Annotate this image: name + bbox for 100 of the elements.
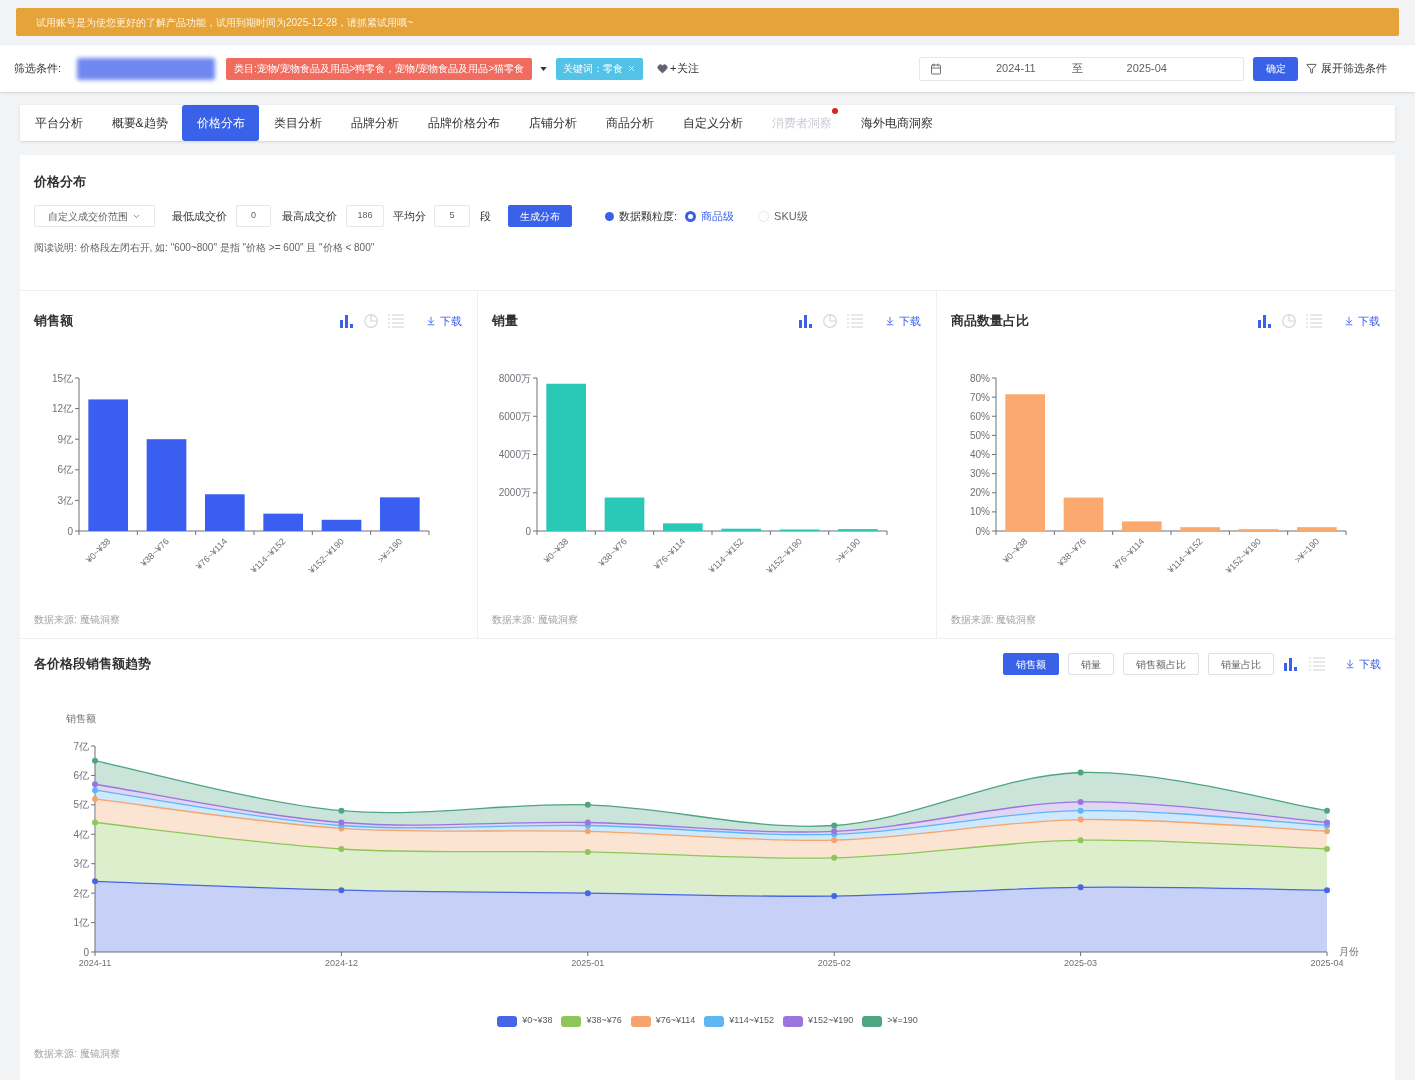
legend-label[interactable]: ¥76~¥114 xyxy=(655,1014,696,1028)
tick-label: 3亿 xyxy=(57,494,73,506)
pie-chart-icon[interactable] xyxy=(822,314,837,328)
data-point xyxy=(92,819,98,826)
download-link[interactable]: 下载 xyxy=(426,315,463,327)
legend-swatch-icon[interactable] xyxy=(497,1015,518,1027)
bar-chart-icon[interactable] xyxy=(798,314,813,328)
input-field[interactable]: 0 xyxy=(236,205,271,227)
download-link[interactable]: 下载 xyxy=(884,315,921,327)
data-source: 数据来源: 魔镜洞察 xyxy=(34,1048,121,1060)
download-icon xyxy=(426,316,437,326)
tick-label: 7亿 xyxy=(73,740,89,752)
tab[interactable]: 品牌价格分布 xyxy=(413,105,514,141)
legend-swatch-icon[interactable] xyxy=(704,1015,725,1027)
legend-label[interactable]: ¥0~¥38 xyxy=(522,1014,553,1028)
tab[interactable]: 平台分析 xyxy=(20,105,97,141)
data-source: 数据来源: 魔镜洞察 xyxy=(492,614,579,626)
data-point xyxy=(92,757,98,764)
expand-filter-link[interactable]: 展开筛选条件 xyxy=(1306,60,1387,77)
confirm-button[interactable]: 确定 xyxy=(1253,56,1298,81)
price-range-select[interactable]: 自定义成交价范围 xyxy=(34,205,155,227)
caret-down-icon[interactable] xyxy=(540,66,548,71)
close-icon[interactable] xyxy=(627,64,637,73)
tab[interactable]: 自定义分析 xyxy=(668,105,757,141)
bar xyxy=(205,494,245,531)
heart-icon xyxy=(657,63,669,74)
metric-button[interactable]: 销售额 xyxy=(1003,653,1059,675)
pie-chart-icon[interactable] xyxy=(364,314,379,328)
data-point xyxy=(1324,807,1330,814)
tick-label: 2000万 xyxy=(499,487,532,499)
tab[interactable]: 商品分析 xyxy=(591,105,668,141)
legend-swatch-icon[interactable] xyxy=(630,1015,651,1027)
pie-chart-icon[interactable] xyxy=(1282,314,1296,328)
download-link[interactable]: 下载 xyxy=(1344,315,1380,327)
tab[interactable]: 概要&趋势 xyxy=(97,105,182,141)
bar xyxy=(663,523,703,531)
legend-label[interactable]: >¥=190 xyxy=(887,1014,918,1028)
date-range-field[interactable]: 2024-11 至 2025-04 xyxy=(919,56,1244,81)
tick-label: 50% xyxy=(969,429,990,441)
data-point xyxy=(92,878,98,885)
download-icon xyxy=(1345,659,1355,669)
tab[interactable]: 价格分布 xyxy=(182,105,259,141)
bar xyxy=(380,497,420,531)
radio-button[interactable] xyxy=(685,210,697,222)
tab[interactable]: 店铺分析 xyxy=(514,105,591,141)
tab[interactable]: 品牌分析 xyxy=(336,105,413,141)
data-point xyxy=(338,887,345,894)
date-separator: 至 xyxy=(1071,61,1083,77)
bar-chart-icon[interactable] xyxy=(340,314,355,328)
input-field[interactable]: 5 xyxy=(434,205,470,227)
data-point xyxy=(1077,807,1084,814)
tick-label: 0 xyxy=(83,946,89,958)
filter-icon xyxy=(1306,63,1317,74)
bar-chart-icon[interactable] xyxy=(1258,314,1272,328)
tick-label: 0% xyxy=(975,525,990,537)
bar xyxy=(721,528,762,531)
calendar-icon xyxy=(930,62,942,75)
download-link[interactable]: 下载 xyxy=(1345,658,1381,670)
download-icon xyxy=(1344,316,1354,326)
list-icon[interactable] xyxy=(1309,657,1325,671)
data-point xyxy=(584,801,591,808)
tick-label: 2025-03 xyxy=(1064,958,1098,968)
tab[interactable]: 海外电商洞察 xyxy=(846,105,947,141)
tick-label: 10% xyxy=(969,506,990,518)
tick-label: 60% xyxy=(969,410,990,422)
tick-label: 15亿 xyxy=(51,372,73,384)
tick-label: 4亿 xyxy=(73,828,89,840)
list-icon[interactable] xyxy=(846,314,863,328)
list-icon[interactable] xyxy=(388,314,405,328)
follow-button[interactable]: +关注 xyxy=(657,60,699,77)
data-source: 数据来源: 魔镜洞察 xyxy=(34,614,121,626)
tab[interactable]: 类目分析 xyxy=(259,105,336,141)
tick-label: 9亿 xyxy=(57,433,73,445)
tick-label: 2024-12 xyxy=(324,958,358,968)
legend-label[interactable]: ¥152~¥190 xyxy=(808,1014,854,1028)
tick-label: 12亿 xyxy=(51,403,73,415)
legend-swatch-icon[interactable] xyxy=(561,1015,582,1027)
input-field[interactable]: 186 xyxy=(346,205,384,227)
field-label: 平均分 xyxy=(393,208,426,224)
tick-label: 2025-02 xyxy=(817,958,851,968)
data-point xyxy=(1324,846,1330,852)
list-icon[interactable] xyxy=(1306,314,1322,328)
tick-label: 2亿 xyxy=(73,887,89,899)
legend-label[interactable]: ¥114~¥152 xyxy=(729,1014,774,1028)
metric-button[interactable]: 销量 xyxy=(1068,653,1114,675)
data-point xyxy=(338,846,345,852)
axis-title: 月份 xyxy=(1339,946,1359,957)
generate-button[interactable]: 生成分布 xyxy=(508,205,572,227)
metric-button[interactable]: 销量占比 xyxy=(1208,653,1274,675)
data-point xyxy=(338,807,345,814)
legend-swatch-icon[interactable] xyxy=(783,1015,803,1027)
reading-note: 阅读说明: 价格段左闭右开, 如: "600~800" 是指 "价格 >= 600" 且 "价格 < 800" xyxy=(34,242,376,254)
tick-label: 20% xyxy=(969,487,990,499)
data-point xyxy=(831,893,838,900)
legend-label[interactable]: ¥38~¥76 xyxy=(586,1014,622,1028)
bar-chart-icon[interactable] xyxy=(1284,657,1298,671)
date-value: 2025-04 xyxy=(1126,61,1167,77)
legend-swatch-icon[interactable] xyxy=(862,1015,883,1027)
data-point xyxy=(584,890,591,897)
metric-button[interactable]: 销售额占比 xyxy=(1123,653,1199,675)
